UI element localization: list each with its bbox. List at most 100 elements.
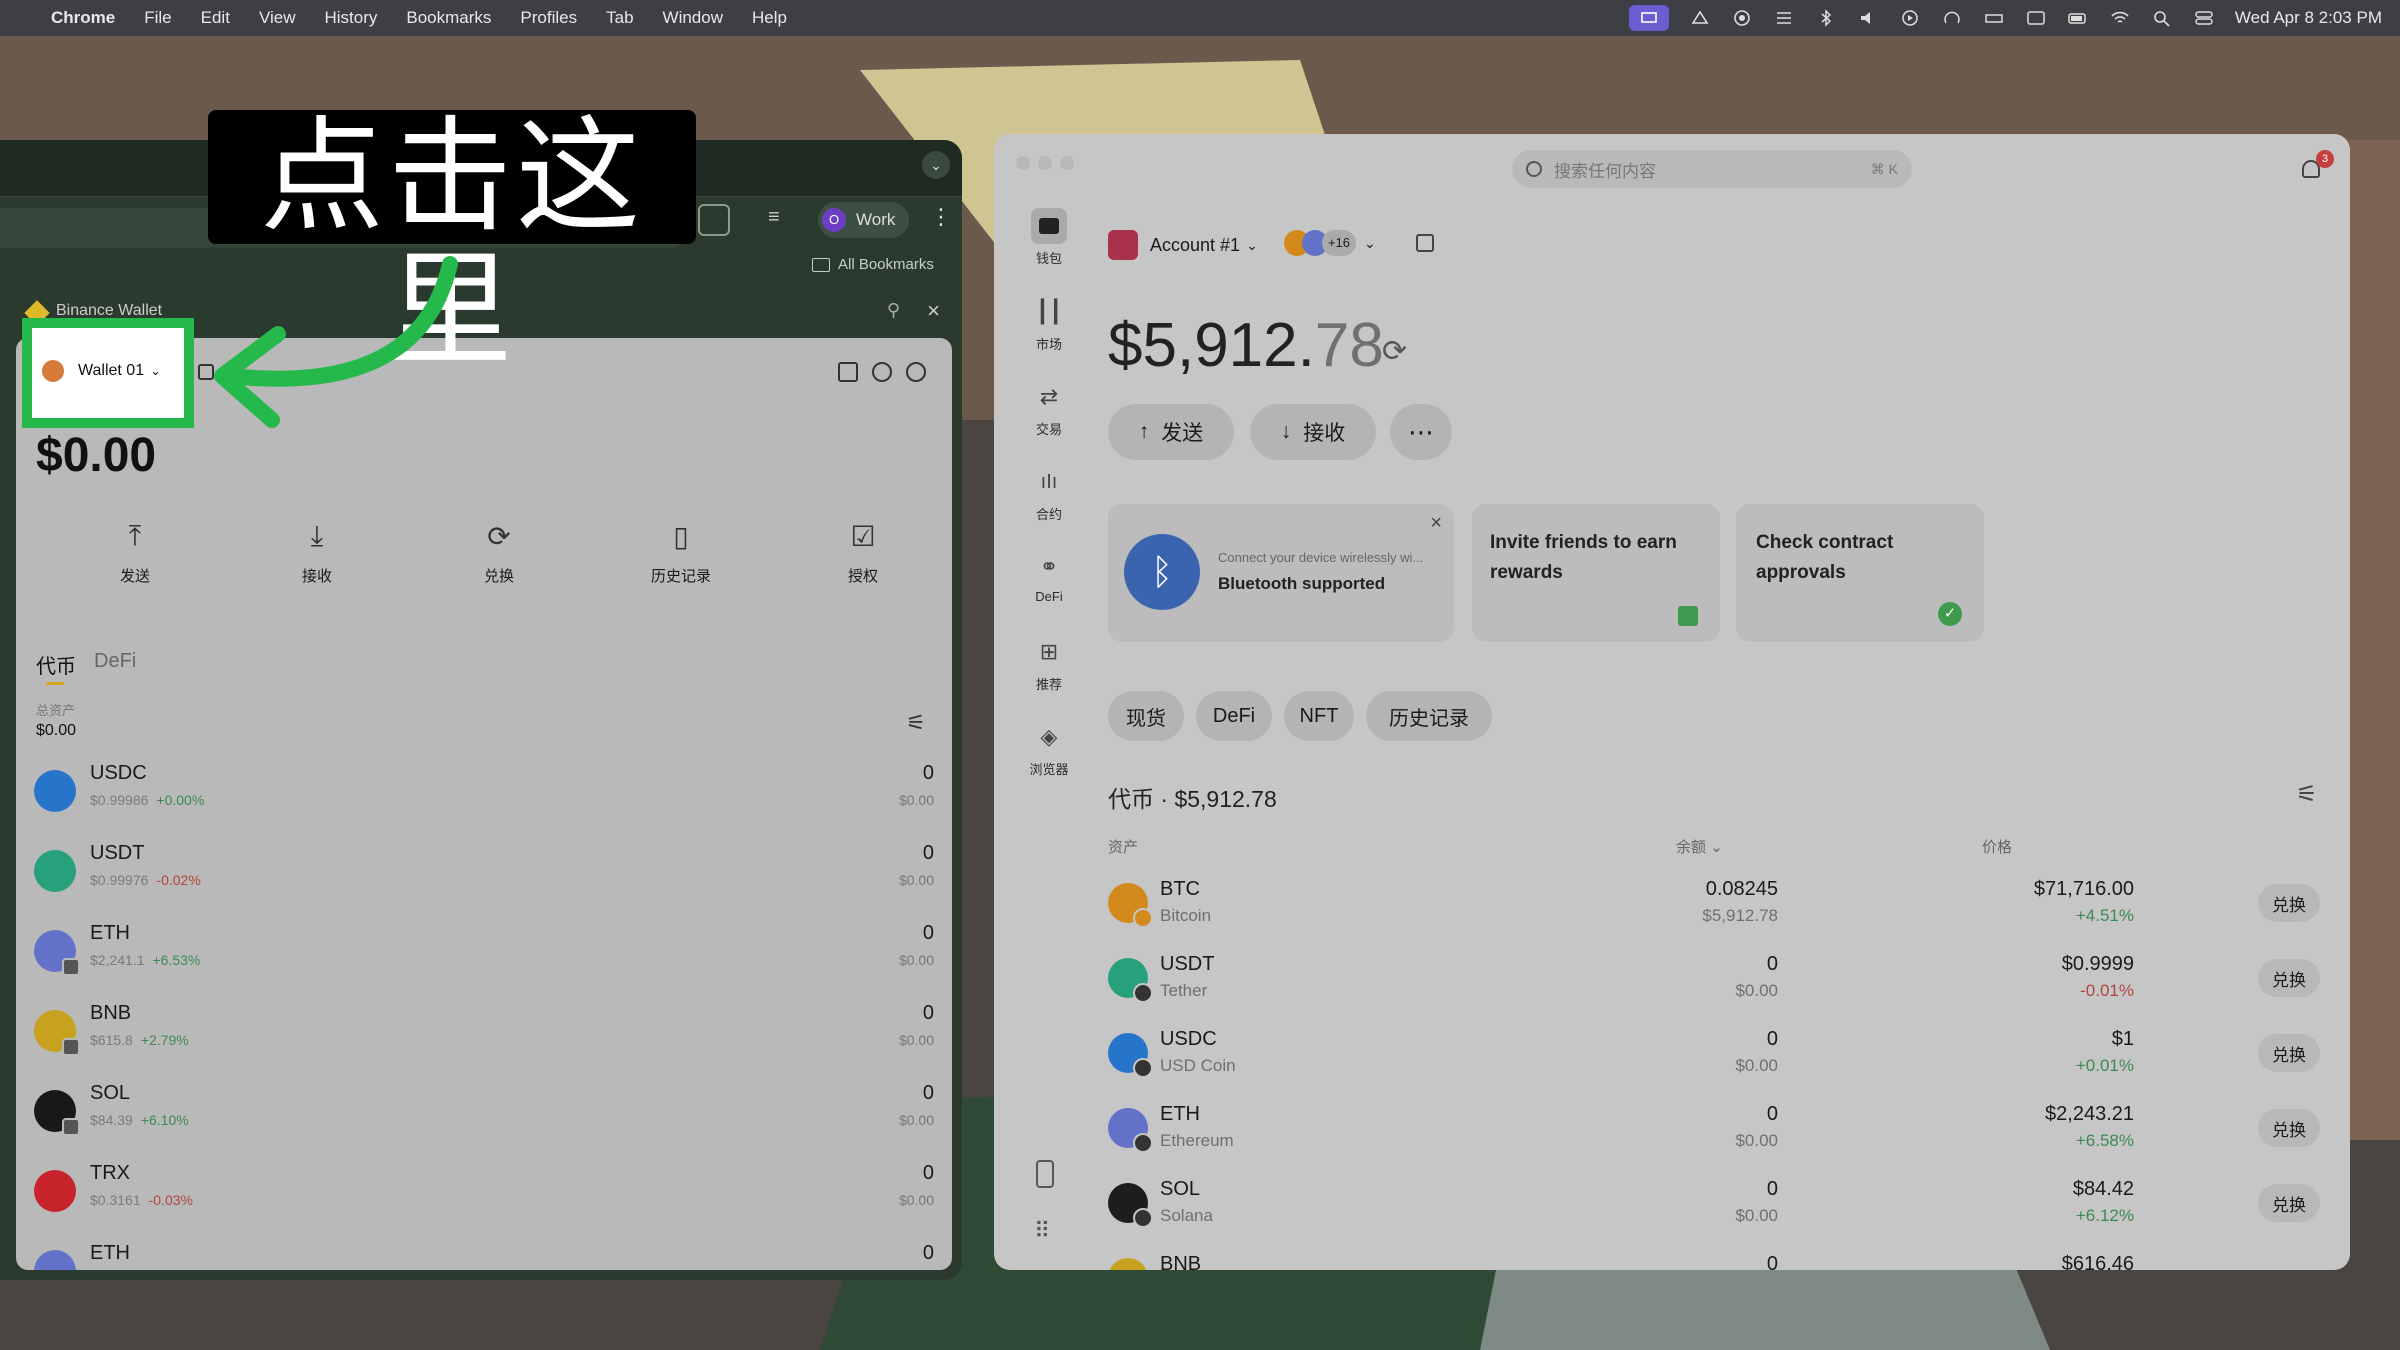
spotlight-icon[interactable] [2151,9,2173,27]
menu-view[interactable]: View [259,8,296,28]
volume-icon[interactable] [1857,9,1879,27]
receive-button[interactable]: ↓ 接收 [1250,404,1376,460]
token-balance: 0 [922,1162,934,1184]
gift-icon: ⊞ [1039,639,1059,664]
token-row[interactable]: BNB 0 $616.46 [1108,1253,2320,1270]
tools-icon[interactable] [1773,9,1795,27]
tab-defi[interactable]: DeFi [1196,691,1272,741]
token-row[interactable]: BNB $615.8 +2.79% 0 $0.00 [34,1002,934,1082]
promo-card-bluetooth[interactable]: ᛒ Connect your device wirelessly wi... B… [1108,504,1454,642]
play-icon[interactable] [1899,9,1921,27]
swap-button[interactable]: 兑换 [2258,1184,2320,1222]
promo-card-invite[interactable]: Invite friends to earn rewards [1472,504,1720,642]
menu-profiles[interactable]: Profiles [520,8,577,28]
keyboard-icon[interactable] [2025,9,2047,27]
sidebar-item-defi[interactable]: ⚭ DeFi [1012,549,1086,604]
apps-grid-icon[interactable]: ⠿ [1034,1218,1050,1244]
filter-icon[interactable]: ⚟ [906,710,926,736]
zoom-dot[interactable] [1060,156,1074,170]
token-row[interactable]: BTC Bitcoin 0.08245 $5,912.78 $71,716.00… [1108,878,2320,953]
action-receive[interactable]: ⤓ 接收 [262,520,372,586]
token-row[interactable]: ETH 0 [34,1242,934,1270]
menu-bookmarks[interactable]: Bookmarks [406,8,491,28]
bnb-icon [34,1010,80,1056]
sidebar-item-market[interactable]: ┃┃ 市场 [1012,294,1086,353]
expand-icon[interactable] [838,362,858,382]
airdrop-icon[interactable] [1941,9,1963,27]
profile-button[interactable]: O Work [818,202,910,238]
sidebar-item-wallet[interactable]: 钱包 [1012,208,1086,267]
tab-tokens[interactable]: 代币 [36,650,76,679]
tab-nft[interactable]: NFT [1284,691,1354,741]
swap-button[interactable]: 兑换 [2258,959,2320,997]
settings-icon[interactable] [872,362,892,382]
sidebar-item-browser[interactable]: ◈ 浏览器 [1012,719,1086,778]
send-button[interactable]: ↑ 发送 [1108,404,1234,460]
promo-card-approvals[interactable]: Check contract approvals ✓ [1736,504,1984,642]
token-row[interactable]: TRX $0.3161 -0.03% 0 $0.00 [34,1162,934,1242]
menu-app-name[interactable]: Chrome [51,8,115,28]
network-selector[interactable]: +16 ⌄ [1284,230,1376,256]
tab-history[interactable]: 历史记录 [1366,691,1492,741]
action-swap[interactable]: ⟳ 兑换 [444,520,554,586]
account-selector[interactable]: Account #1 ⌄ [1108,230,1258,260]
pin-icon[interactable]: ⚲ [887,300,900,321]
tab-defi[interactable]: DeFi [94,650,136,673]
bird-icon[interactable] [1689,9,1711,27]
action-history[interactable]: ▯ 历史记录 [626,520,736,586]
token-row[interactable]: ETH Ethereum 0 $0.00 $2,243.21 +6.58% 兑换 [1108,1103,2320,1178]
token-row[interactable]: USDC USD Coin 0 $0.00 $1 +0.01% 兑换 [1108,1028,2320,1103]
sidebar-item-futures[interactable]: ıIı 合约 [1012,464,1086,523]
close-dot[interactable] [1016,156,1030,170]
wifi-icon[interactable] [2109,9,2131,27]
token-row[interactable]: SOL Solana 0 $0.00 $84.42 +6.12% 兑换 [1108,1178,2320,1253]
menu-tab[interactable]: Tab [606,8,633,28]
bluetooth-icon[interactable] [1815,9,1837,27]
global-search[interactable]: 搜索任何内容 ⌘ K [1512,150,1912,188]
token-balance: 0 [922,1082,934,1104]
action-send[interactable]: ⤒ 发送 [80,520,190,586]
token-row[interactable]: ETH $2,241.1 +6.53% 0 $0.00 [34,922,934,1002]
wallet-selector[interactable]: Wallet 01 ⌄ [42,360,161,382]
filter-settings-icon[interactable]: ⚟ [2296,780,2318,809]
battery-icon[interactable] [2067,9,2089,27]
screen-share-icon[interactable] [1628,5,1669,31]
more-button[interactable]: ⋯ [1390,404,1452,460]
copy-icon[interactable] [1416,234,1434,252]
close-panel-icon[interactable]: × [927,298,940,324]
swap-button[interactable]: 兑换 [2258,884,2320,922]
menu-edit[interactable]: Edit [201,8,230,28]
media-icon[interactable]: ≡ [768,206,780,229]
bed-icon[interactable] [1983,9,2005,27]
tab-spot[interactable]: 现货 [1108,691,1184,741]
token-symbol: BNB [90,1002,132,1024]
tab-search-button[interactable]: ⌄ [922,151,950,179]
globe-icon[interactable] [906,362,926,382]
minimize-dot[interactable] [1038,156,1052,170]
refresh-icon[interactable]: ⟳ [1382,334,1407,369]
token-row[interactable]: USDT $0.99976 -0.02% 0 $0.00 [34,842,934,922]
bookmarks-bar-item[interactable]: All Bookmarks [812,256,934,273]
menubar-clock[interactable]: Wed Apr 8 2:03 PM [2235,8,2382,28]
menu-history[interactable]: History [324,8,377,28]
record-icon[interactable] [1731,9,1753,27]
notification-bell[interactable]: 3 [2298,150,2334,182]
eth-icon [1108,1108,1153,1153]
token-row[interactable]: SOL $84.39 +6.10% 0 $0.00 [34,1082,934,1162]
swap-button[interactable]: 兑换 [2258,1034,2320,1072]
action-approve[interactable]: ☑ 授权 [808,520,918,586]
menu-help[interactable]: Help [752,8,787,28]
col-balance-header[interactable]: 余额 ⌄ [1676,836,1723,857]
menu-window[interactable]: Window [663,8,723,28]
token-row[interactable]: USDT Tether 0 $0.00 $0.9999 -0.01% 兑换 [1108,953,2320,1028]
mobile-device-icon[interactable] [1036,1160,1054,1188]
swap-button[interactable]: 兑换 [2258,1109,2320,1147]
side-panel-icon[interactable] [698,204,730,236]
kebab-menu-icon[interactable]: ⋮ [930,204,952,230]
menu-file[interactable]: File [144,8,171,28]
token-row[interactable]: USDC $0.99986 +0.00% 0 $0.00 [34,762,934,842]
control-center-icon[interactable] [2193,9,2215,27]
sidebar-item-referral[interactable]: ⊞ 推荐 [1012,634,1086,693]
sidebar-item-trade[interactable]: ⇄ 交易 [1012,379,1086,438]
close-icon[interactable]: × [1430,512,1442,535]
